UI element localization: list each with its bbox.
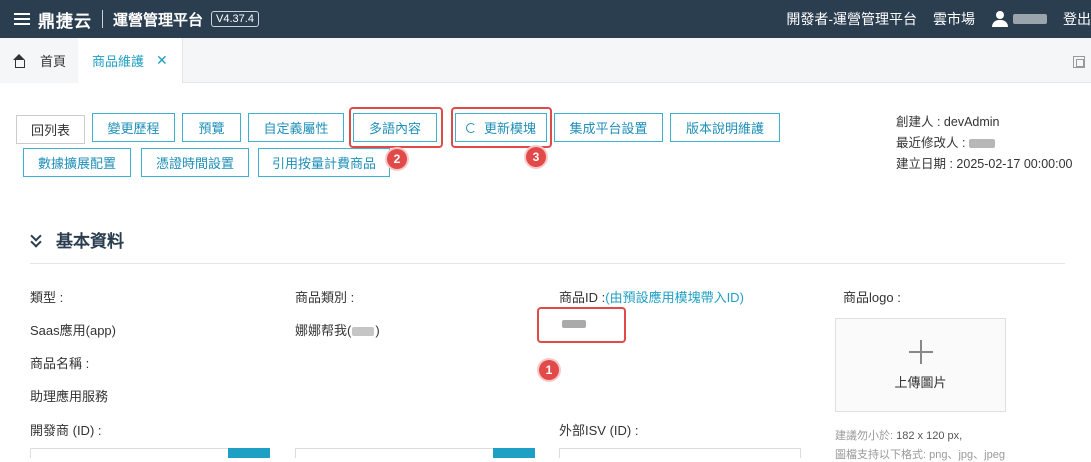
top-right-menu: 開發者-運營管理平台 雲市場 登出	[770, 0, 1091, 38]
section-basic-info[interactable]: 基本資料	[30, 227, 124, 252]
category-input[interactable]	[295, 448, 535, 458]
category-input-addon[interactable]	[493, 448, 535, 458]
tab-home-label: 首頁	[40, 54, 67, 69]
logo-upload-box[interactable]: 上傳圖片	[835, 318, 1006, 412]
type-value: Saas應用(app)	[30, 323, 116, 338]
product-name-label: 商品名稱 :	[30, 356, 90, 371]
section-title: 基本資料	[56, 232, 124, 251]
annotation-badge-3: 3	[526, 147, 546, 167]
close-icon[interactable]: ✕	[156, 52, 168, 69]
logo-format-hint: 圖檔支持以下格式: png、jpg、jpeg	[835, 449, 1005, 461]
credential-time-settings-button[interactable]: 憑證時間設置	[141, 148, 249, 177]
divider	[102, 10, 103, 28]
user-menu[interactable]	[991, 11, 1047, 27]
tab-bar: 首頁 商品維護 ✕	[0, 38, 1091, 83]
product-id-hint: (由預設應用模塊帶入ID)	[605, 290, 744, 305]
type-label: 類型 :	[30, 290, 64, 305]
highlight-box-update-module	[451, 107, 552, 148]
home-icon	[12, 53, 26, 68]
developer-label: 開發商 (ID) :	[30, 423, 102, 438]
modifier-label: 最近修改人 :	[896, 136, 966, 150]
external-isv-label: 外部ISV (ID) :	[559, 423, 639, 438]
created-date-info: 建立日期 : 2025-02-17 00:00:00	[896, 157, 1073, 171]
developer-input[interactable]	[30, 448, 270, 458]
restore-window-icon[interactable]	[1073, 56, 1085, 68]
highlight-box-multilingual	[349, 107, 443, 148]
brand-logo[interactable]: 鼎捷云	[38, 7, 92, 32]
product-logo-label: 商品logo :	[843, 290, 901, 305]
product-id-label-text: 商品ID :	[559, 290, 606, 305]
collapse-chevron-icon	[30, 229, 44, 248]
cloud-market-link[interactable]: 雲市場	[933, 9, 975, 29]
product-name-value: 助理應用服務	[30, 389, 109, 404]
data-extension-config-button[interactable]: 數據擴展配置	[23, 148, 131, 177]
upload-image-label: 上傳圖片	[894, 374, 947, 390]
usage-billing-product-button[interactable]: 引用按量計費商品	[258, 148, 390, 177]
platform-title: 運營管理平台	[113, 11, 204, 29]
custom-attributes-button[interactable]: 自定義屬性	[248, 113, 344, 142]
back-to-list-button[interactable]: 回列表	[16, 115, 85, 144]
section-divider	[30, 263, 1065, 264]
product-id-value-redacted	[562, 320, 586, 328]
category-value-text: 娜娜帮我(	[295, 323, 352, 338]
change-history-button[interactable]: 變更歷程	[92, 113, 175, 142]
plus-icon	[908, 339, 933, 364]
modifier-name-redacted	[968, 139, 995, 149]
top-bar: 鼎捷云 運營管理平台 V4.37.4 開發者-運營管理平台 雲市場 登出	[0, 0, 1091, 38]
logo-size-hint: 建議勿小於: 182 x 120 px,	[835, 427, 962, 443]
user-icon	[991, 11, 1009, 27]
developer-platform-link[interactable]: 開發者-運營管理平台	[786, 9, 917, 29]
preview-button[interactable]: 預覽	[182, 113, 241, 142]
category-value: 娜娜帮我()	[295, 320, 380, 339]
menu-icon[interactable]	[14, 13, 30, 25]
logout-link[interactable]: 登出	[1063, 9, 1091, 29]
tab-home[interactable]: 首頁	[0, 38, 79, 83]
tab-product-maintenance[interactable]: 商品維護 ✕	[78, 38, 183, 83]
modifier-info: 最近修改人 :	[896, 132, 995, 151]
integration-settings-button[interactable]: 集成平台設置	[554, 113, 663, 142]
product-id-label: 商品ID :(由預設應用模塊帶入ID)	[559, 287, 744, 306]
version-badge: V4.37.4	[211, 11, 259, 27]
annotation-badge-1: 1	[539, 360, 559, 380]
creator-info: 創建人 : devAdmin	[896, 115, 1000, 129]
logo-size-hint-prefix: 建議勿小於:	[835, 430, 894, 442]
developer-input-addon[interactable]	[228, 448, 270, 458]
external-isv-input[interactable]	[559, 448, 801, 458]
category-redacted	[352, 327, 375, 337]
version-notes-button[interactable]: 版本說明維護	[670, 113, 780, 142]
category-suffix: )	[375, 323, 380, 338]
category-label: 商品類別 :	[295, 290, 355, 305]
annotation-badge-2: 2	[387, 149, 407, 169]
user-name-redacted	[1013, 14, 1047, 24]
logo-size-hint-value: 182 x 120 px,	[896, 430, 963, 442]
tab-label: 商品維護	[92, 54, 145, 69]
